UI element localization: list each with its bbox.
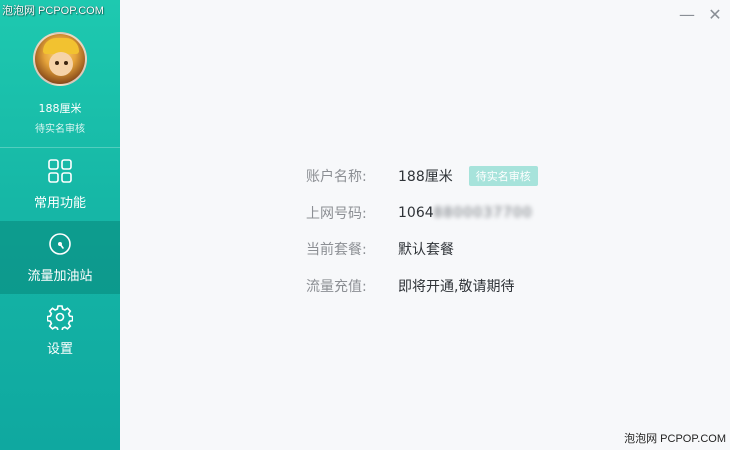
account-name-row: 账户名称: 188厘米 待实名审核 — [306, 158, 538, 195]
sidebar-item-traffic-station[interactable]: 流量加油站 — [0, 221, 120, 294]
account-number-row: 上网号码: 1064 8800037700 — [306, 195, 538, 232]
sidebar-item-settings[interactable]: 设置 — [0, 294, 120, 367]
plan-value: 默认套餐 — [398, 242, 454, 259]
sidebar-item-label: 常用功能 — [33, 196, 86, 211]
sidebar-item-common-functions[interactable]: 常用功能 — [0, 148, 120, 221]
account-number-label: 上网号码: — [306, 205, 367, 222]
recharge-label: 流量充值: — [306, 278, 367, 295]
watermark-bottom: 泡泡网 PCPOP.COM — [624, 433, 726, 445]
recharge-value: 即将开通,敬请期待 — [398, 278, 515, 295]
minimize-button[interactable]: — — [678, 6, 696, 24]
sidebar: 188厘米 待实名审核 常用功能 流量加油站 设置 — [0, 0, 120, 450]
sidebar-item-label: 流量加油站 — [27, 269, 93, 284]
gear-icon — [47, 305, 73, 330]
watermark-top: 泡泡网 PCPOP.COM — [2, 5, 104, 17]
user-name: 188厘米 — [38, 102, 82, 115]
avatar[interactable] — [33, 32, 87, 86]
plan-label: 当前套餐: — [306, 242, 367, 259]
status-badge: 待实名审核 — [468, 166, 538, 187]
user-profile: 188厘米 待实名审核 — [0, 0, 120, 148]
recharge-row: 流量充值: 即将开通,敬请期待 — [306, 268, 538, 305]
account-info: 账户名称: 188厘米 待实名审核 上网号码: 1064 8800037700 … — [306, 158, 538, 304]
gauge-icon — [49, 233, 71, 255]
account-name-label: 账户名称: — [306, 169, 367, 186]
account-number-blurred: 8800037700 — [433, 204, 533, 221]
window-controls: — ✕ — [678, 6, 724, 24]
close-button[interactable]: ✕ — [706, 6, 724, 24]
plan-row: 当前套餐: 默认套餐 — [306, 231, 538, 268]
account-number-value: 1064 — [398, 204, 434, 221]
account-name-value: 188厘米 — [398, 169, 453, 186]
sidebar-item-label: 设置 — [46, 342, 73, 357]
user-status: 待实名审核 — [35, 124, 85, 135]
grid-icon — [48, 159, 72, 183]
